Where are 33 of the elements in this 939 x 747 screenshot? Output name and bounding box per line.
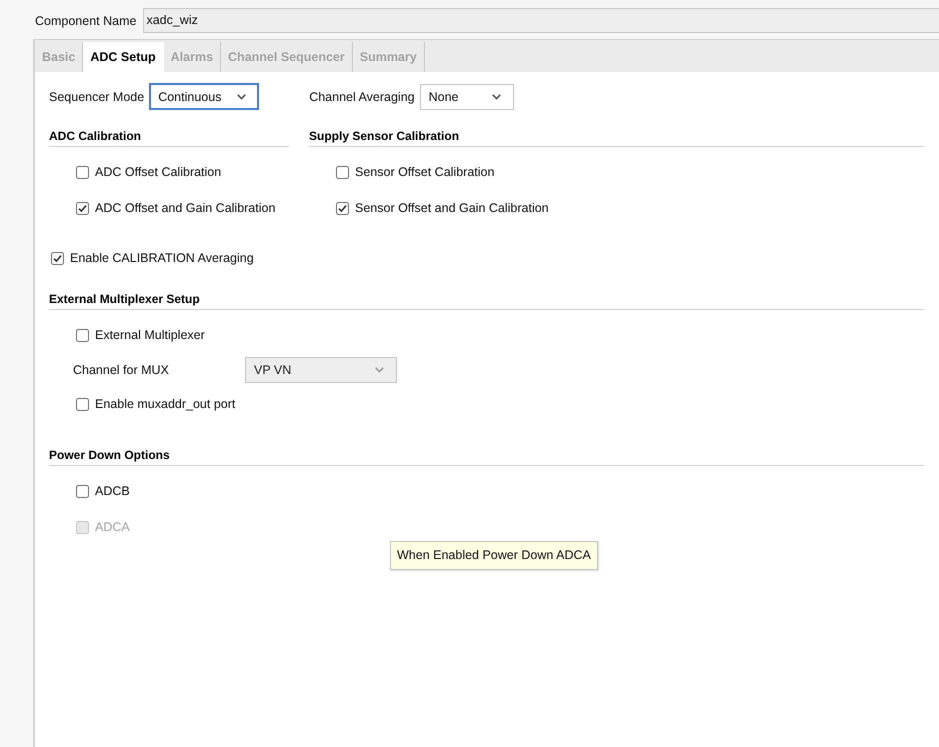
dropdown[interactable]: Continuous xyxy=(149,83,260,110)
chevron-down-icon xyxy=(375,367,384,373)
chevron-down-icon xyxy=(237,94,246,100)
checkbox-label: ADCB xyxy=(95,484,130,498)
checkbox[interactable] xyxy=(76,202,89,214)
component-name-field[interactable]: xadc_wiz xyxy=(143,8,939,33)
checkbox-label: ADC Offset Calibration xyxy=(95,165,222,179)
tooltip: When Enabled Power Down ADCA xyxy=(390,541,598,570)
tab[interactable]: ADC Setup xyxy=(83,42,164,72)
checkbox-label: Sensor Offset and Gain Calibration xyxy=(355,201,549,215)
field-label: Channel for MUX xyxy=(73,363,170,377)
field-label: Channel Averaging xyxy=(309,90,415,104)
chevron-down-icon xyxy=(492,94,501,100)
checkbox[interactable] xyxy=(336,166,349,178)
dropdown[interactable]: None xyxy=(420,84,514,110)
checkbox[interactable] xyxy=(76,398,89,410)
checkbox[interactable] xyxy=(76,328,89,342)
section-heading: ADC Calibration xyxy=(49,128,142,144)
field-label: Component Name xyxy=(35,14,136,28)
checkbox[interactable] xyxy=(51,252,64,264)
section-heading: Supply Sensor Calibration xyxy=(309,128,460,144)
checkbox-label: Enable CALIBRATION Averaging xyxy=(70,251,254,265)
section-heading: External Multiplexer Setup xyxy=(49,291,200,307)
checkbox[interactable] xyxy=(76,484,89,498)
checkbox-label: External Multiplexer xyxy=(95,328,205,342)
section-heading: Power Down Options xyxy=(49,447,170,463)
checkbox-label: ADC Offset and Gain Calibration xyxy=(95,201,276,215)
checkbox[interactable] xyxy=(76,166,89,178)
checkbox-label: Enable muxaddr_out port xyxy=(95,397,236,411)
checkbox[interactable] xyxy=(336,202,349,214)
checkbox-label: ADCA xyxy=(95,520,130,534)
field-label: Sequencer Mode xyxy=(49,90,144,104)
checkbox-label: Sensor Offset Calibration xyxy=(355,165,494,179)
